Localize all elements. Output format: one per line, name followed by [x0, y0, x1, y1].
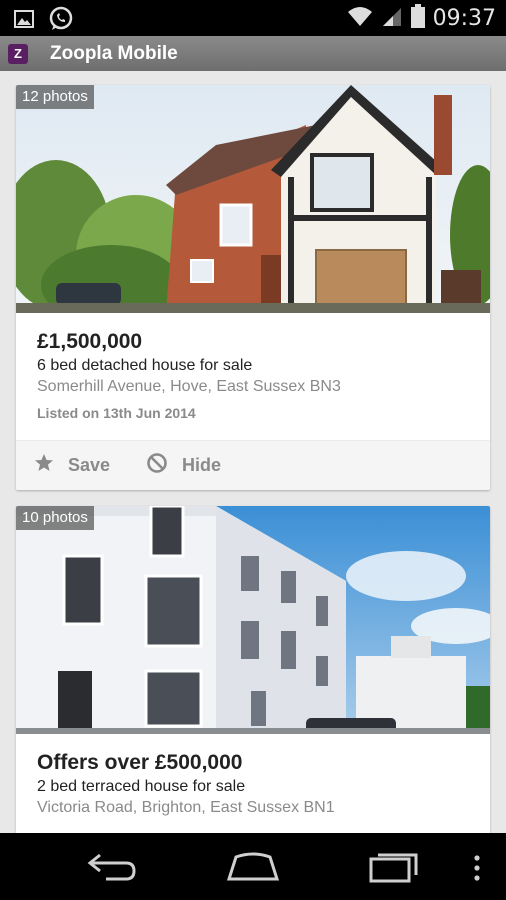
photo-count-badge: 10 photos [16, 506, 94, 530]
recent-apps-icon[interactable] [368, 849, 420, 888]
listing-price: Offers over £500,000 [37, 751, 243, 774]
overflow-menu-icon[interactable] [472, 855, 482, 888]
save-label: Save [68, 455, 111, 475]
star-icon [34, 453, 54, 478]
photo-count-badge: 12 photos [16, 85, 94, 109]
listing-price: £1,500,000 [37, 330, 143, 353]
hide-button[interactable]: Hide [146, 452, 221, 479]
back-icon[interactable] [86, 849, 138, 888]
signal-icon [381, 5, 403, 32]
action-bar: Z Zoopla Mobile [0, 36, 506, 71]
listing-feed[interactable]: 12 photos £1,500,000 6 bed detached hous… [0, 71, 506, 833]
listing-actions: Save Hide [16, 440, 490, 490]
listing-description: 2 bed terraced house for sale [37, 778, 246, 795]
hide-label: Hide [182, 455, 222, 475]
listing-date: Listed on 13th Jun 2014 [37, 405, 196, 421]
listing-photo[interactable]: 12 photos [16, 85, 490, 313]
whatsapp-notification-icon [48, 6, 74, 37]
status-bar: 09:37 [0, 0, 506, 36]
listing-address: Victoria Road, Brighton, East Sussex BN1 [37, 799, 335, 816]
navigation-bar [0, 833, 506, 900]
home-icon[interactable] [226, 849, 280, 888]
save-button[interactable]: Save [34, 453, 110, 478]
battery-icon [410, 4, 425, 33]
listing-card[interactable]: 10 photos Offers over £500,000 2 bed ter… [16, 506, 490, 833]
clock: 09:37 [432, 6, 496, 31]
gallery-notification-icon [14, 10, 34, 33]
listing-card[interactable]: 12 photos £1,500,000 6 bed detached hous… [16, 85, 490, 490]
listing-description: 6 bed detached house for sale [37, 357, 253, 374]
app-logo-icon[interactable]: Z [8, 43, 28, 64]
app-title: Zoopla Mobile [50, 42, 178, 64]
listing-photo[interactable]: 10 photos [16, 506, 490, 734]
wifi-icon [347, 5, 373, 32]
listing-address: Somerhill Avenue, Hove, East Sussex BN3 [37, 378, 341, 395]
block-icon [146, 452, 168, 479]
